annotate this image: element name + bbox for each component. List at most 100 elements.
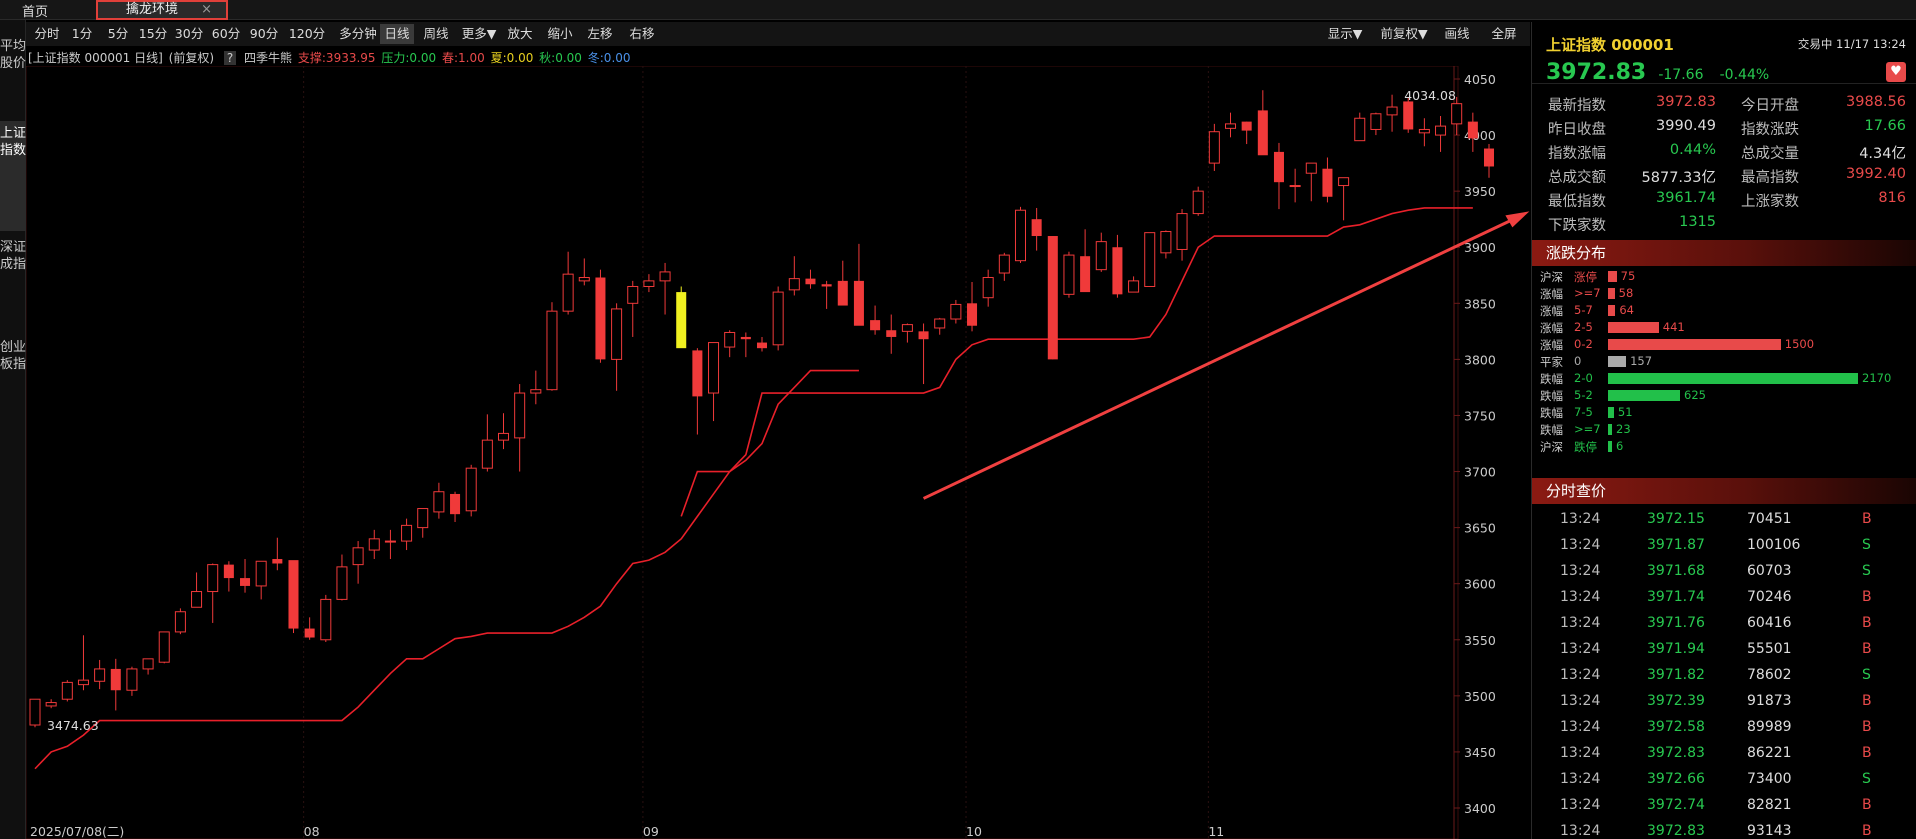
quote-key: 今日开盘 (1741, 98, 1799, 114)
price-line: 3972.83 -17.66 -0.44% ♥ (1532, 50, 1916, 85)
quote-value: 4.34亿 (1859, 146, 1906, 162)
help-icon[interactable]: ? (223, 51, 237, 65)
candle-body (207, 564, 219, 593)
tick-row: 13:24 3972.39 91873 B (1532, 688, 1916, 714)
distribution-row: 平家 0 157 (1532, 353, 1916, 370)
toolbar-right-btn-3[interactable]: 全屏 (1485, 24, 1523, 44)
plot-border (26, 66, 1459, 839)
ticks-header: 分时查价 (1532, 478, 1916, 504)
tick-row: 13:24 3972.66 73400 S (1532, 766, 1916, 792)
tick-volume: 73400 (1747, 771, 1792, 787)
toolbar-btn-2[interactable]: 5分 (102, 24, 134, 44)
candle-body (1080, 256, 1091, 293)
tick-row: 13:24 3972.83 93143 B (1532, 818, 1916, 839)
toolbar-btn-9[interactable]: 日线 (380, 24, 414, 44)
toolbar-btn-6[interactable]: 90分 (246, 24, 282, 44)
y-tick-label: 3650 (1464, 521, 1496, 536)
tick-row: 13:24 3971.76 60416 B (1532, 610, 1916, 636)
distribution-row: 跌幅 5-2 625 (1532, 387, 1916, 404)
home-tab[interactable]: 首页 (22, 1, 48, 20)
indicator-name: 四季牛熊 (244, 51, 293, 65)
heart-icon[interactable]: ♥ (1886, 62, 1906, 82)
candle-body (255, 560, 267, 587)
dist-category: 沪深 (1540, 440, 1563, 454)
dist-count: 51 (1617, 405, 1633, 419)
toolbar-btn-5[interactable]: 60分 (208, 24, 244, 44)
candle-body (450, 493, 461, 515)
candle-body (158, 631, 170, 663)
tick-side: B (1862, 641, 1872, 657)
tick-volume: 70246 (1747, 589, 1792, 605)
candle-body (1289, 185, 1301, 188)
tick-price: 3972.15 (1647, 511, 1705, 527)
tick-price: 3971.76 (1647, 615, 1705, 631)
y-tick-label: 3750 (1464, 408, 1496, 423)
dist-category: 跌幅 (1540, 423, 1563, 437)
candle-body (805, 278, 816, 285)
toolbar-btn-13[interactable]: 缩小 (542, 24, 578, 44)
tick-price: 3972.83 (1647, 823, 1705, 839)
quote-row: 昨日收盘 3990.49 指数涨跌 17.66 (1532, 118, 1916, 142)
dist-range: 5-7 (1574, 303, 1593, 317)
toolbar-btn-8[interactable]: 多分钟 (336, 24, 380, 44)
support-line-2 (680, 207, 1473, 517)
candle-body (1273, 151, 1284, 183)
candle-body (578, 277, 590, 282)
tab-label: 擒龙环境 (126, 2, 179, 17)
candle-body (772, 291, 784, 346)
dist-bar (1608, 322, 1659, 333)
toolbar-btn-3[interactable]: 15分 (136, 24, 170, 44)
candle-body (1305, 162, 1317, 174)
tick-row: 13:24 3971.94 55501 B (1532, 636, 1916, 662)
dist-bar (1608, 424, 1612, 435)
candle-body (1095, 241, 1107, 271)
toolbar-right-btn-0[interactable]: 显示▼ (1322, 24, 1368, 44)
toolbar-btn-14[interactable]: 左移 (582, 24, 618, 44)
distribution-row: 涨幅 >=7 58 (1532, 285, 1916, 302)
dist-bar (1608, 390, 1680, 401)
distribution-row: 跌幅 2-0 2170 (1532, 370, 1916, 387)
toolbar-btn-4[interactable]: 30分 (172, 24, 206, 44)
candle-body (1176, 213, 1188, 250)
candle-body (1014, 209, 1026, 262)
close-icon[interactable]: × (201, 2, 212, 18)
tick-row: 13:24 3972.74 82821 B (1532, 792, 1916, 818)
tick-price: 3972.74 (1647, 797, 1705, 813)
tab-qinlong-env[interactable]: 擒龙环境 × (96, 0, 228, 20)
candle-body (1208, 131, 1220, 164)
toolbar-btn-1[interactable]: 1分 (66, 24, 98, 44)
candle-body (1031, 219, 1042, 237)
toolbar-btn-0[interactable]: 分时 (32, 24, 62, 44)
candle-body (918, 331, 929, 340)
dist-category: 涨幅 (1540, 338, 1563, 352)
toolbar-btn-10[interactable]: 周线 (418, 24, 454, 44)
tick-side: B (1862, 797, 1872, 813)
toolbar-btn-15[interactable]: 右移 (624, 24, 660, 44)
y-tick-label: 3600 (1464, 577, 1496, 592)
tick-time: 13:24 (1560, 797, 1601, 813)
kline-chart[interactable]: 4050400039503900385038003750370036503600… (26, 66, 1530, 839)
tick-volume: 93143 (1747, 823, 1792, 839)
tick-side: S (1862, 667, 1871, 683)
tick-side: S (1862, 563, 1871, 579)
sidebar-item-3[interactable]: 创业板指 (0, 335, 26, 430)
toolbar-btn-12[interactable]: 放大 (502, 24, 538, 44)
sidebar-item-1[interactable]: 上证指数 (0, 121, 26, 231)
toolbar-btn-11[interactable]: 更多▼ (458, 24, 500, 44)
tick-time: 13:24 (1560, 537, 1601, 553)
toolbar-right-btn-2[interactable]: 画线 (1439, 24, 1475, 44)
tick-side: B (1862, 589, 1872, 605)
toolbar-btn-7[interactable]: 120分 (284, 24, 330, 44)
sidebar-item-2[interactable]: 深证成指 (0, 235, 26, 330)
candle-body (950, 303, 962, 320)
dist-bar (1608, 373, 1858, 384)
candle-body (934, 318, 946, 329)
candle-body (724, 331, 736, 348)
tick-row: 13:24 3972.15 70451 B (1532, 506, 1916, 532)
sidebar-item-0[interactable]: 平均股价 (0, 34, 26, 119)
quote-value: 816 (1878, 190, 1906, 206)
toolbar-right-btn-1[interactable]: 前复权▼ (1374, 24, 1434, 44)
candle-body (870, 320, 881, 331)
candle-body (562, 273, 574, 312)
x-axis-label: 11 (1208, 824, 1224, 839)
